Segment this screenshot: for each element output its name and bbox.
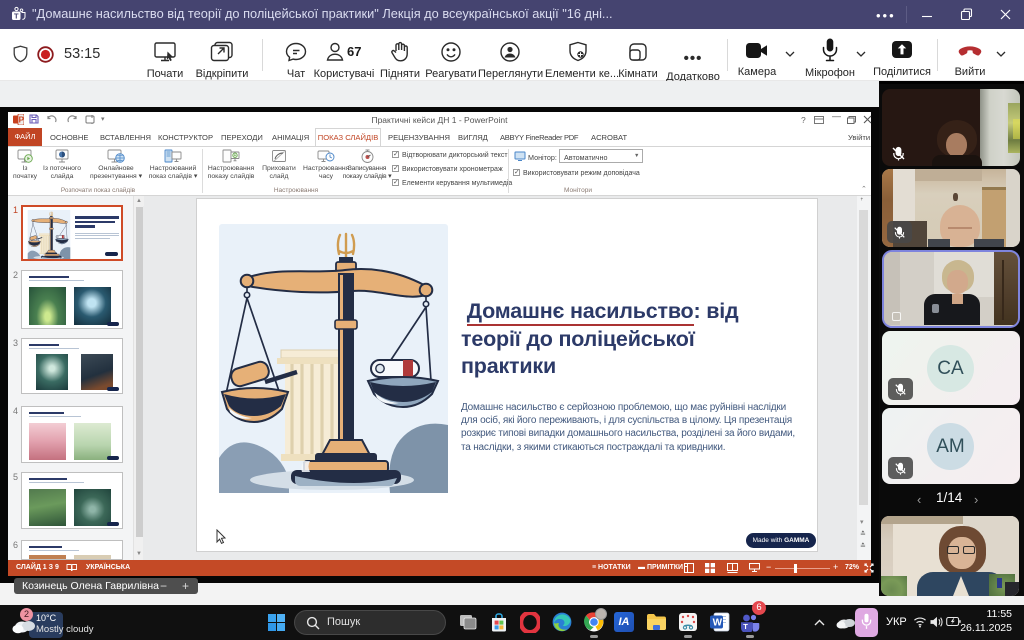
- svg-text:T: T: [743, 622, 748, 631]
- svg-text:67: 67: [347, 44, 361, 59]
- svg-text:W: W: [713, 617, 723, 628]
- svg-text:T: T: [14, 11, 19, 20]
